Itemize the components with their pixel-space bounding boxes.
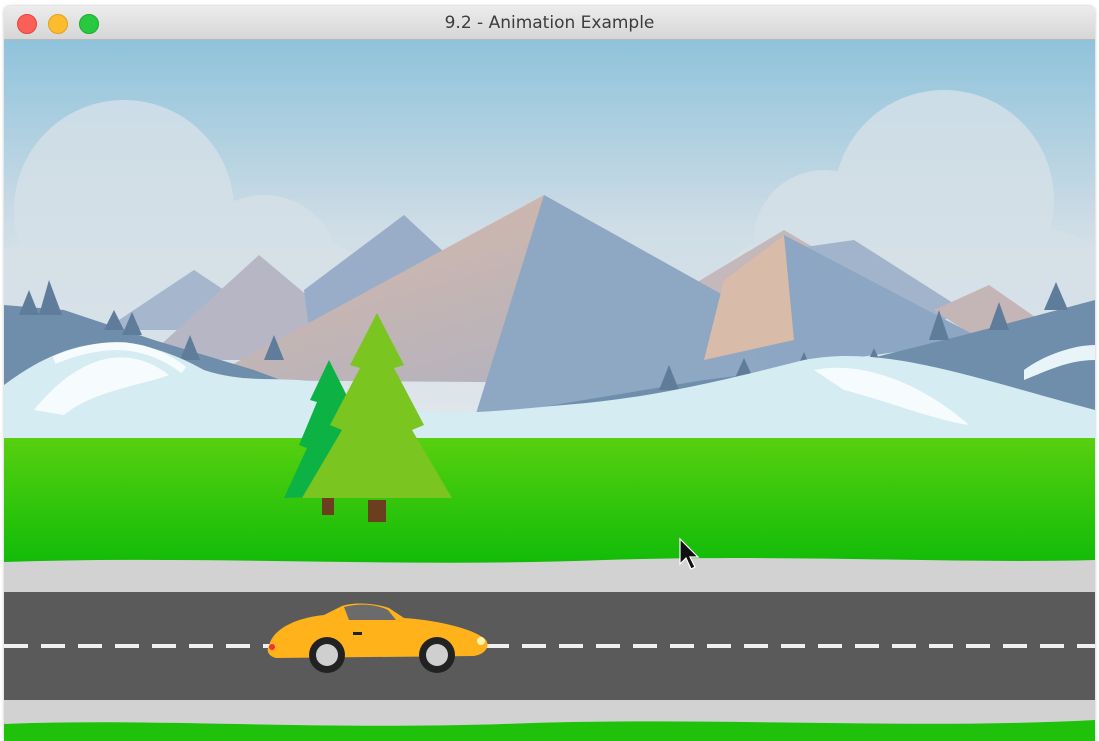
animation-canvas[interactable]	[4, 40, 1095, 741]
car-wheel-front	[419, 637, 455, 673]
title-bar[interactable]: 9.2 - Animation Example	[4, 6, 1095, 40]
road-curb-bottom	[4, 700, 1095, 726]
window-title: 9.2 - Animation Example	[444, 13, 655, 33]
app-window: 9.2 - Animation Example	[4, 6, 1095, 741]
car-wheel-rear	[309, 637, 345, 673]
scene-drawing	[4, 40, 1095, 741]
grass-field	[4, 438, 1095, 568]
road-curb-top	[4, 558, 1095, 595]
